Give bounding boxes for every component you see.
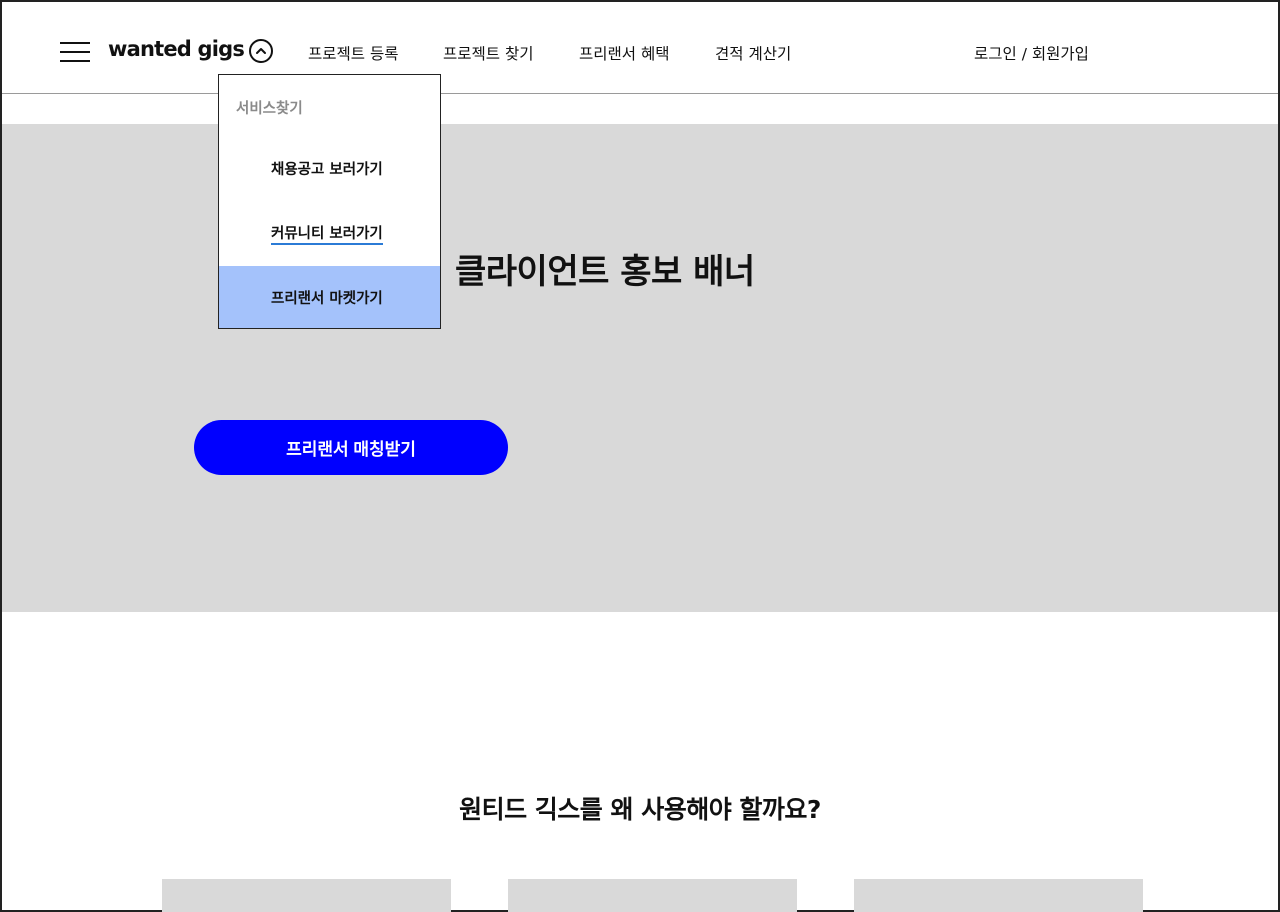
client-promo-banner — [2, 124, 1278, 612]
dropdown-heading: 서비스찾기 — [236, 101, 303, 117]
hamburger-menu-icon[interactable] — [60, 42, 90, 64]
feature-card — [162, 879, 451, 912]
nav-project-search[interactable]: 프로젝트 찾기 — [443, 42, 534, 64]
dropdown-item-jobs[interactable]: 채용공고 보러가기 — [219, 137, 440, 199]
hamburger-line — [60, 60, 90, 62]
nav-freelancer-benefits[interactable]: 프리랜서 혜택 — [579, 42, 670, 64]
dropdown-item-label: 프리랜서 마켓가기 — [271, 290, 383, 307]
dropdown-item-label: 커뮤니티 보러가기 — [271, 222, 383, 245]
feature-card — [508, 879, 797, 912]
chevron-up-glyph — [256, 48, 266, 54]
logo[interactable]: wanted gigs — [108, 37, 245, 61]
hamburger-line — [60, 42, 90, 44]
chevron-up-icon[interactable] — [249, 39, 273, 63]
service-dropdown: 서비스찾기 채용공고 보러가기 커뮤니티 보러가기 프리랜서 마켓가기 — [218, 74, 441, 329]
freelancer-matching-button[interactable]: 프리랜서 매칭받기 — [194, 420, 508, 475]
login-signup-link[interactable]: 로그인 / 회원가입 — [974, 42, 1089, 64]
feature-card — [854, 879, 1143, 912]
nav-estimate-calculator[interactable]: 견적 계산기 — [715, 42, 791, 64]
dropdown-item-market[interactable]: 프리랜서 마켓가기 — [219, 266, 440, 328]
site-header: wanted gigs 프로젝트 등록 프로젝트 찾기 프리랜서 혜택 견적 계… — [2, 2, 1278, 94]
why-section-title: 원티드 긱스를 왜 사용해야 할까요? — [459, 795, 821, 824]
banner-title: 클라이언트 홍보 배너 — [455, 252, 755, 292]
hamburger-line — [60, 51, 90, 53]
nav-project-register[interactable]: 프로젝트 등록 — [308, 42, 399, 64]
dropdown-item-label: 채용공고 보러가기 — [271, 161, 383, 178]
dropdown-item-community[interactable]: 커뮤니티 보러가기 — [219, 202, 440, 264]
